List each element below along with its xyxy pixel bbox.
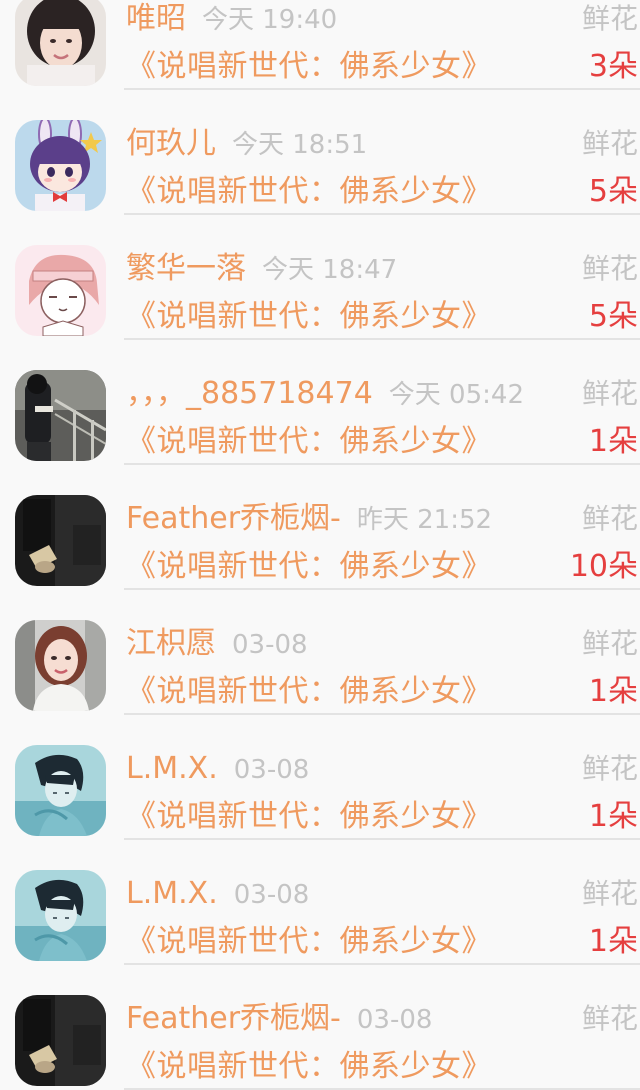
avatar[interactable] [15, 620, 106, 711]
sender-name[interactable]: 何玖儿 [126, 126, 216, 161]
avatar[interactable] [15, 0, 106, 86]
name-line: L.M.X. 03-08 [126, 749, 309, 789]
gift-record-list: 唯昭 今天 19:40 鲜花 《说唱新世代：佛系少女》 3朵 何玖儿 今天 18… [0, 0, 640, 1090]
gift-count: 5朵 [588, 299, 638, 334]
sender-name[interactable]: Feather乔栀烟- [126, 1001, 341, 1036]
sender-name[interactable]: L.M.X. [126, 876, 218, 911]
gift-type-label: 鲜花 [579, 124, 638, 164]
name-line: Feather乔栀烟- 昨天 21:52 [126, 499, 492, 539]
name-line: 繁华一落 今天 18:47 [126, 249, 397, 289]
gift-type-label: 鲜花 [579, 749, 638, 789]
work-title[interactable]: 《说唱新世代：佛系少女》 [126, 670, 492, 714]
send-time: 03-08 [356, 1005, 433, 1035]
gift-record-row[interactable]: L.M.X. 03-08 鲜花 《说唱新世代：佛系少女》 1朵 [0, 715, 640, 840]
gift-record-row[interactable]: 江枳愿 03-08 鲜花 《说唱新世代：佛系少女》 1朵 [0, 590, 640, 715]
girl-portrait-avatar [15, 0, 106, 86]
send-time: 03-08 [233, 755, 310, 785]
sender-name[interactable]: 江枳愿 [126, 626, 216, 661]
woman-portrait-avatar [15, 620, 106, 711]
name-line: ，，，_885718474 今天 05:42 [126, 374, 524, 414]
work-title[interactable]: 《说唱新世代：佛系少女》 [126, 795, 492, 839]
send-time: 昨天 21:52 [356, 505, 493, 535]
gift-count: 1朵 [588, 924, 638, 959]
name-line: Feather乔栀烟- 03-08 [126, 999, 432, 1039]
sender-name[interactable]: 繁华一落 [126, 251, 246, 286]
name-line: 唯昭 今天 19:40 [126, 0, 337, 39]
gift-record-row[interactable]: 繁华一落 今天 18:47 鲜花 《说唱新世代：佛系少女》 5朵 [0, 215, 640, 340]
gift-record-row[interactable]: L.M.X. 03-08 鲜花 《说唱新世代：佛系少女》 1朵 [0, 840, 640, 965]
gift-type-label: 鲜花 [579, 374, 638, 414]
work-title[interactable]: 《说唱新世代：佛系少女》 [126, 920, 492, 964]
anime-bunny-girl-avatar [15, 120, 106, 211]
dark-hands-book-avatar [15, 495, 106, 586]
gift-count: 3朵 [588, 49, 638, 84]
dark-railing-photo-avatar [15, 370, 106, 461]
gift-type-label: 鲜花 [579, 624, 638, 664]
work-title[interactable]: 《说唱新世代：佛系少女》 [126, 1045, 492, 1089]
avatar[interactable] [15, 995, 106, 1086]
gift-record-row[interactable]: 唯昭 今天 19:40 鲜花 《说唱新世代：佛系少女》 3朵 [0, 0, 640, 90]
avatar[interactable] [15, 745, 106, 836]
send-time: 03-08 [233, 880, 310, 910]
teal-illustrated-boy-avatar [15, 870, 106, 961]
name-line: 何玖儿 今天 18:51 [126, 124, 367, 164]
cartoon-girl-sketch-avatar [15, 245, 106, 336]
name-line: L.M.X. 03-08 [126, 874, 309, 914]
work-title[interactable]: 《说唱新世代：佛系少女》 [126, 545, 492, 589]
avatar[interactable] [15, 495, 106, 586]
avatar[interactable] [15, 245, 106, 336]
sender-name[interactable]: 唯昭 [126, 1, 186, 36]
gift-type-label: 鲜花 [579, 249, 638, 289]
dark-hands-book-avatar [15, 995, 106, 1086]
gift-type-label: 鲜花 [579, 499, 638, 539]
gift-record-row[interactable]: Feather乔栀烟- 03-08 鲜花 《说唱新世代：佛系少女》 [0, 965, 640, 1090]
gift-count: 1朵 [588, 799, 638, 834]
gift-type-label: 鲜花 [579, 874, 638, 914]
gift-record-row[interactable]: ，，，_885718474 今天 05:42 鲜花 《说唱新世代：佛系少女》 1朵 [0, 340, 640, 465]
work-title[interactable]: 《说唱新世代：佛系少女》 [126, 45, 492, 89]
avatar[interactable] [15, 120, 106, 211]
gift-type-label: 鲜花 [579, 999, 638, 1039]
send-time: 今天 18:51 [232, 130, 368, 160]
gift-count: 5朵 [588, 174, 638, 209]
gift-count: 1朵 [588, 424, 638, 459]
send-time: 今天 18:47 [262, 255, 398, 285]
gift-count: 1朵 [588, 674, 638, 709]
gift-record-row[interactable]: 何玖儿 今天 18:51 鲜花 《说唱新世代：佛系少女》 5朵 [0, 90, 640, 215]
sender-name[interactable]: Feather乔栀烟- [126, 501, 341, 536]
name-line: 江枳愿 03-08 [126, 624, 308, 664]
gift-type-label: 鲜花 [579, 0, 638, 39]
work-title[interactable]: 《说唱新世代：佛系少女》 [126, 170, 492, 214]
send-time: 今天 05:42 [388, 380, 524, 410]
sender-name[interactable]: L.M.X. [126, 751, 218, 786]
avatar[interactable] [15, 870, 106, 961]
work-title[interactable]: 《说唱新世代：佛系少女》 [126, 420, 492, 464]
teal-illustrated-boy-avatar [15, 745, 106, 836]
gift-record-row[interactable]: Feather乔栀烟- 昨天 21:52 鲜花 《说唱新世代：佛系少女》 10朵 [0, 465, 640, 590]
send-time: 今天 19:40 [202, 5, 338, 35]
avatar[interactable] [15, 370, 106, 461]
sender-name[interactable]: ，，，_885718474 [126, 376, 373, 411]
work-title[interactable]: 《说唱新世代：佛系少女》 [126, 295, 492, 339]
gift-count: 10朵 [569, 549, 638, 584]
send-time: 03-08 [232, 630, 308, 660]
